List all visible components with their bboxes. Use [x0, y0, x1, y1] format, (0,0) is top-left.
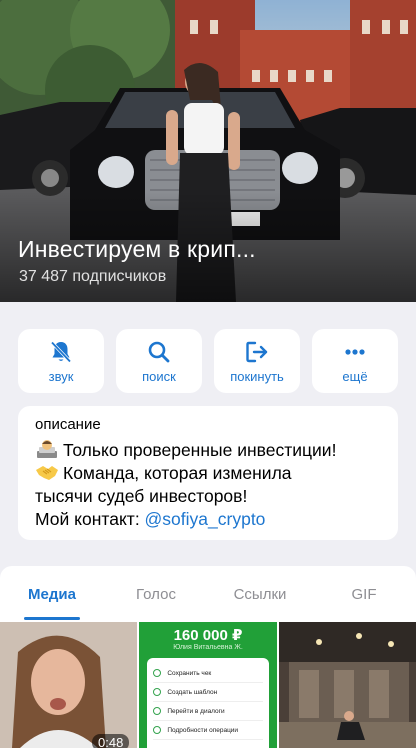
- option-icon: [153, 707, 162, 715]
- search-button[interactable]: поиск: [116, 329, 202, 393]
- payment-recipient: Юлия Витальевна Ж.: [173, 644, 243, 651]
- payment-options: Сохранить чек Создать шаблон Перейти в д…: [147, 658, 269, 748]
- payment-amount: 160 000 ₽: [173, 627, 243, 644]
- payment-option-label: Подробности операции: [167, 726, 239, 734]
- description-line-3: тысячи судеб инвесторов!: [35, 486, 248, 506]
- description-line-2: Команда, которая изменила: [63, 463, 292, 483]
- channel-header-photo[interactable]: Инвестируем в крип... 37 487 подписчиков: [0, 0, 416, 302]
- description-label: описание: [35, 416, 101, 433]
- search-icon: [148, 341, 170, 362]
- more-label: ещё: [342, 368, 368, 384]
- video-thumbnail-image: [0, 622, 138, 748]
- mute-button[interactable]: звук: [18, 329, 104, 393]
- payment-option-label: Перейти в диалоги: [167, 707, 225, 715]
- contact-link[interactable]: @sofiya_crypto: [145, 509, 266, 529]
- channel-actions: звук поиск покинуть ещё: [18, 329, 398, 393]
- option-icon: [153, 726, 162, 734]
- search-label: поиск: [142, 368, 176, 384]
- description-line: Команда, которая изменила: [35, 462, 381, 485]
- payment-option-label: Сохранить чек: [167, 669, 212, 677]
- media-thumb-gym[interactable]: [278, 622, 416, 748]
- video-duration: 0:48: [92, 734, 130, 748]
- description-line-1: Только проверенные инвестиции!: [63, 440, 337, 460]
- tab-links[interactable]: Ссылки: [208, 566, 312, 622]
- leave-button[interactable]: покинуть: [214, 329, 300, 393]
- option-icon: [153, 688, 162, 696]
- contact-prefix: Мой контакт:: [35, 509, 145, 529]
- leave-icon: [246, 341, 268, 362]
- handshake-emoji-icon: [36, 466, 58, 480]
- channel-title: Инвестируем в крип...: [18, 236, 256, 262]
- mute-label: звук: [48, 368, 74, 384]
- media-thumb-receipt[interactable]: 160 000 ₽ Юлия Витальевна Ж. Сохранить ч…: [139, 622, 277, 748]
- technologist-emoji-icon: [37, 440, 57, 458]
- tab-gif[interactable]: GIF: [312, 566, 416, 622]
- tab-media[interactable]: Медиа: [0, 566, 104, 622]
- channel-description: описание Только проверенные инвестиции! …: [18, 406, 398, 540]
- leave-label: покинуть: [230, 368, 284, 384]
- bell-off-icon: [50, 340, 72, 363]
- payment-option: Перейти в диалоги: [153, 702, 263, 721]
- gym-photo-image: [278, 622, 416, 748]
- more-icon: [345, 348, 365, 355]
- media-grid: 0:48 160 000 ₽ Юлия Витальевна Ж. Сохран…: [0, 622, 416, 748]
- tab-voice[interactable]: Голос: [104, 566, 208, 622]
- media-thumb-video[interactable]: 0:48: [0, 622, 138, 748]
- payment-option-label: Создать шаблон: [167, 688, 218, 696]
- description-line: Мой контакт: @sofiya_crypto: [35, 508, 381, 531]
- description-line: Только проверенные инвестиции!: [35, 439, 381, 462]
- payment-option: Сохранить чек: [153, 664, 263, 683]
- payment-option: Подробности операции: [153, 721, 263, 740]
- more-button[interactable]: ещё: [312, 329, 398, 393]
- option-icon: [153, 669, 162, 677]
- subscriber-count: 37 487 подписчиков: [19, 268, 167, 285]
- payment-option: Создать шаблон: [153, 683, 263, 702]
- media-tabs: Медиа Голос Ссылки GIF: [0, 566, 416, 622]
